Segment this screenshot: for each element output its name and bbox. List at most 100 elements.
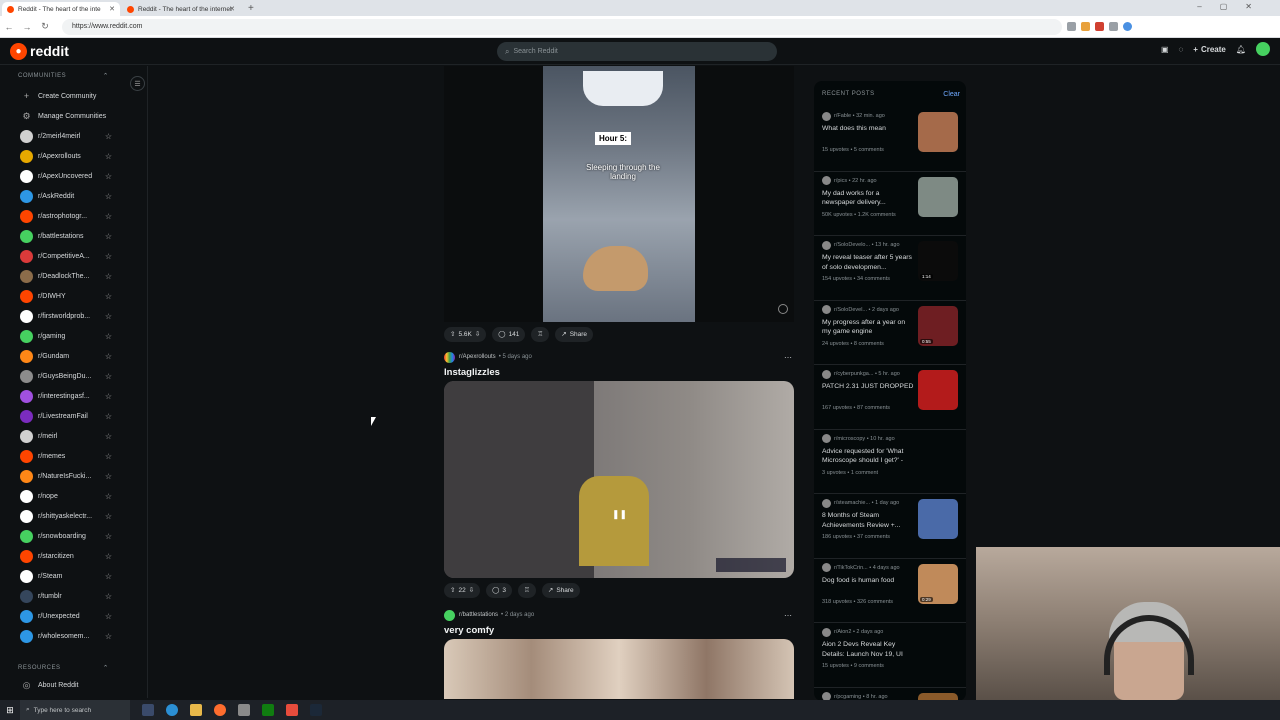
sidebar-community-item[interactable]: r/Gundam ☆ [0, 346, 120, 366]
favorite-star-icon[interactable]: ☆ [105, 252, 112, 261]
edge-icon[interactable] [166, 704, 178, 716]
sidebar-community-item[interactable]: r/astrophotogr... ☆ [0, 206, 120, 226]
sidebar-community-item[interactable]: r/battlestations ☆ [0, 226, 120, 246]
recent-post-item[interactable]: r/TikTokCrin... • 4 days ago Dog food is … [814, 559, 966, 623]
favorite-star-icon[interactable]: ☆ [105, 612, 112, 621]
extension-icon[interactable] [1095, 22, 1104, 31]
sidebar-community-item[interactable]: r/interestingasf... ☆ [0, 386, 120, 406]
notifications-icon[interactable]: 🔔︎ [1236, 45, 1246, 54]
favorite-star-icon[interactable]: ☆ [105, 492, 112, 501]
sidebar-community-item[interactable]: r/memes ☆ [0, 446, 120, 466]
create-community-link[interactable]: + Create Community [0, 86, 120, 106]
favorite-star-icon[interactable]: ☆ [105, 192, 112, 201]
obs-icon[interactable] [286, 704, 298, 716]
sidebar-community-item[interactable]: r/gaming ☆ [0, 326, 120, 346]
favorite-star-icon[interactable]: ☆ [105, 532, 112, 541]
create-button[interactable]: + Create [1193, 45, 1226, 54]
sidebar-community-item[interactable]: r/firstworldprob... ☆ [0, 306, 120, 326]
sidebar-community-item[interactable]: r/wholesomem... ☆ [0, 626, 120, 646]
taskbar-search[interactable]: ⌕ Type here to search [20, 700, 130, 720]
extension-icon[interactable] [1109, 22, 1118, 31]
sidebar-community-item[interactable]: r/NatureIsFucki... ☆ [0, 466, 120, 486]
award-button[interactable]: ♖ [531, 326, 550, 342]
share-button[interactable]: ↗ Share [555, 326, 594, 342]
favorite-star-icon[interactable]: ☆ [105, 432, 112, 441]
manage-communities-link[interactable]: ⚙ Manage Communities [0, 106, 120, 126]
favorite-star-icon[interactable]: ☆ [105, 632, 112, 641]
post-image[interactable] [444, 639, 794, 699]
profile-icon[interactable] [1123, 22, 1132, 31]
extension-icon[interactable] [1081, 22, 1090, 31]
communities-section-title[interactable]: COMMUNITIES ⌃ [0, 66, 147, 86]
recent-post-item[interactable]: r/Aion2 • 2 days ago Aion 2 Devs Reveal K… [814, 623, 966, 688]
favorite-star-icon[interactable]: ☆ [105, 352, 112, 361]
sidebar-community-item[interactable]: r/tumblr ☆ [0, 586, 120, 606]
post-video-player[interactable]: Hour 5: Sleeping through the landing [444, 66, 794, 322]
sidebar-community-item[interactable]: r/nope ☆ [0, 486, 120, 506]
search-input[interactable]: ⌕ Search Reddit [497, 42, 777, 61]
upvote-icon[interactable]: ⇧ [450, 586, 455, 594]
window-controls[interactable]: –▢✕ [1197, 2, 1270, 11]
clear-recent-button[interactable]: Clear [943, 91, 960, 98]
comments-button[interactable]: ◯ 3 [486, 582, 513, 598]
favorite-star-icon[interactable]: ☆ [105, 212, 112, 221]
sidebar-community-item[interactable]: r/meirl ☆ [0, 426, 120, 446]
about-reddit-link[interactable]: ◎ About Reddit [0, 678, 120, 692]
sidebar-community-item[interactable]: r/2meirl4meirl ☆ [0, 126, 120, 146]
favorite-star-icon[interactable]: ☆ [105, 452, 112, 461]
browser-tab-2[interactable]: Reddit - The heart of the internet ✕ [122, 2, 240, 16]
forward-icon[interactable]: → [18, 22, 36, 32]
downvote-icon[interactable]: ⇩ [469, 586, 474, 594]
favorite-star-icon[interactable]: ☆ [105, 472, 112, 481]
award-button[interactable]: ♖ [518, 582, 536, 598]
post-title[interactable]: very comfy [444, 622, 796, 639]
favorite-star-icon[interactable]: ☆ [105, 232, 112, 241]
reload-icon[interactable]: ↻ [36, 21, 54, 32]
task-view-icon[interactable] [142, 704, 154, 716]
subreddit-link[interactable]: r/Apexrollouts [459, 354, 496, 360]
sidebar-community-item[interactable]: r/AskReddit ☆ [0, 186, 120, 206]
resources-section-title[interactable]: RESOURCES ⌃ [0, 658, 147, 678]
recent-post-item[interactable]: r/cyberpunkga... • 5 hr. ago PATCH 2.31 J… [814, 365, 966, 430]
vote-button-group[interactable]: ⇧ 22 ⇩ [444, 582, 481, 598]
gif-icon[interactable] [778, 304, 788, 314]
comments-button[interactable]: ◯ 141 [492, 326, 526, 342]
sidebar-community-item[interactable]: r/CompetitiveA... ☆ [0, 246, 120, 266]
recent-post-item[interactable]: r/Fable • 32 min. ago What does this mean… [814, 107, 966, 172]
sidebar-community-item[interactable]: r/shittyaskelectr... ☆ [0, 506, 120, 526]
post-title[interactable]: Instaglizzles [444, 364, 796, 381]
sidebar-community-item[interactable]: r/Unexpected ☆ [0, 606, 120, 626]
upvote-icon[interactable]: ⇧ [450, 330, 455, 338]
favorite-star-icon[interactable]: ☆ [105, 392, 112, 401]
pause-icon[interactable]: ❚❚ [612, 509, 627, 520]
recent-post-item[interactable]: r/SoloDevelo... • 13 hr. ago My reveal te… [814, 236, 966, 301]
favorite-star-icon[interactable]: ☆ [105, 412, 112, 421]
downvote-icon[interactable]: ⇩ [475, 330, 480, 338]
browser-tab-1[interactable]: Reddit - The heart of the inte ✕ [2, 2, 120, 16]
sidebar-community-item[interactable]: r/starcitizen ☆ [0, 546, 120, 566]
collapse-sidebar-button[interactable]: ☰ [130, 76, 145, 91]
favorite-star-icon[interactable]: ☆ [105, 592, 112, 601]
more-options-icon[interactable]: ⋯ [784, 353, 792, 362]
new-tab-icon[interactable]: + [248, 2, 254, 16]
favorite-star-icon[interactable]: ☆ [105, 552, 112, 561]
favorite-star-icon[interactable]: ☆ [105, 332, 112, 341]
file-explorer-icon[interactable] [190, 704, 202, 716]
close-tab-icon[interactable]: ✕ [109, 5, 115, 13]
back-icon[interactable]: ← [0, 22, 18, 32]
vote-button-group[interactable]: ⇧ 5.6K ⇩ [444, 326, 487, 342]
favorite-star-icon[interactable]: ☆ [105, 272, 112, 281]
recent-post-item[interactable]: r/SoloDevel... • 2 days ago My progress a… [814, 301, 966, 365]
sidebar-community-item[interactable]: r/LivestreamFail ☆ [0, 406, 120, 426]
favorite-star-icon[interactable]: ☆ [105, 312, 112, 321]
recent-post-item[interactable]: r/microscopy • 10 hr. ago Advice requeste… [814, 430, 966, 494]
advertise-icon[interactable]: ▣ [1161, 45, 1169, 54]
sidebar-community-item[interactable]: r/DIWHY ☆ [0, 286, 120, 306]
firefox-icon[interactable] [214, 704, 226, 716]
recent-post-item[interactable]: r/pics • 22 hr. ago My dad works for a ne… [814, 172, 966, 236]
windows-start-icon[interactable]: ⊞ [0, 705, 20, 716]
close-tab-icon[interactable]: ✕ [229, 5, 235, 13]
share-button[interactable]: ↗ Share [541, 582, 580, 598]
extension-icon[interactable] [1067, 22, 1076, 31]
app-icon[interactable] [238, 704, 250, 716]
